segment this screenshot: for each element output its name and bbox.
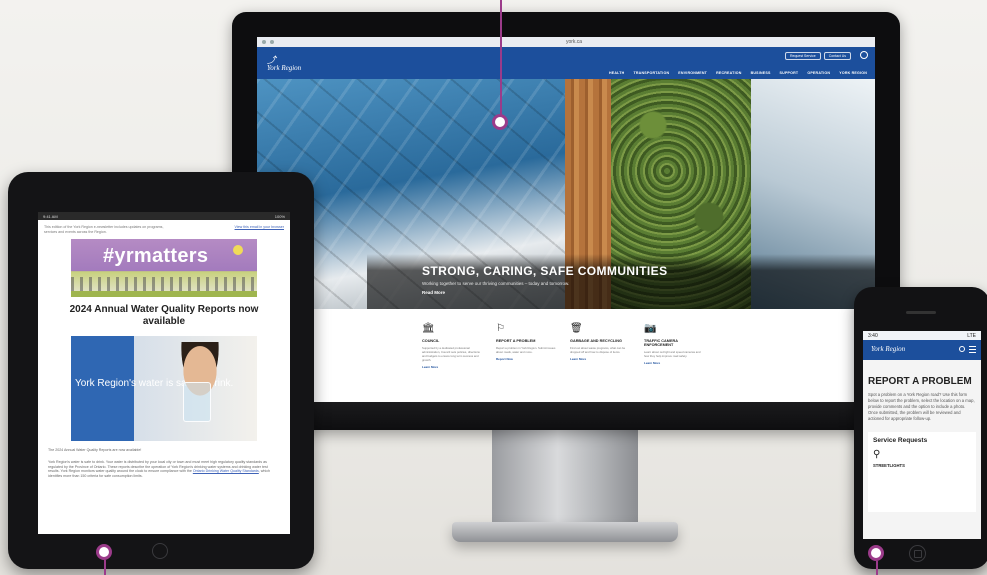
tablet-battery: 100%	[274, 213, 285, 219]
service-link[interactable]: Report Now	[496, 357, 558, 361]
service-title: GARBAGE AND RECYCLING	[570, 339, 622, 343]
service-title: COUNCIL	[422, 339, 440, 343]
callout-marker-tablet	[96, 544, 112, 560]
phone-header: York Region	[863, 340, 981, 360]
main-nav: HEALTH TRANSPORTATION ENVIRONMENT RECREA…	[609, 71, 867, 75]
site-header: ⤴ York Region Request Service Contact Us…	[257, 47, 875, 79]
hero-banner: STRONG, CARING, SAFE COMMUNITIES Working…	[257, 79, 875, 309]
service-link[interactable]: Learn More	[570, 357, 632, 361]
contact-us-button[interactable]: Contact Us	[823, 52, 851, 60]
callout-line-phone	[876, 561, 878, 575]
monitor-stand-neck	[492, 430, 638, 526]
search-icon[interactable]	[860, 51, 868, 59]
bin-icon: 🗑	[570, 323, 583, 334]
browser-back-icon[interactable]	[262, 40, 266, 44]
service-traffic-camera: 📷 TRAFFIC CAMERA ENFORCEMENT Learn about…	[644, 323, 706, 369]
service-text: Supported by a dedicated professional ad…	[422, 346, 480, 362]
desktop-monitor: york.ca ⤴ York Region Request Service Co…	[232, 12, 900, 430]
monitor-stand-foot	[452, 522, 678, 542]
logo-mark-icon: ⤴	[267, 55, 277, 65]
streetlights-label[interactable]: STREETLIGHTS	[873, 463, 971, 468]
phone-content: REPORT A PROBLEM Spot a problem on a Yor…	[863, 360, 981, 539]
hero-title: STRONG, CARING, SAFE COMMUNITIES	[422, 264, 668, 278]
nav-item-operation[interactable]: OPERATION	[807, 71, 830, 75]
nav-item-health[interactable]: HEALTH	[609, 71, 625, 75]
phone-status-bar: 3:40 LTE	[863, 331, 981, 340]
skyline-illustration	[71, 277, 257, 291]
browser-forward-icon[interactable]	[270, 40, 274, 44]
nav-item-business[interactable]: BUSINESS	[751, 71, 771, 75]
ground-strip	[71, 291, 257, 297]
monitor-chin	[232, 402, 900, 430]
tablet-device: 9:41 AM 100% This edition of the York Re…	[8, 172, 314, 569]
view-in-browser-link[interactable]: View this email in your browser	[235, 225, 284, 234]
service-council: 🏛 COUNCIL Supported by a dedicated profe…	[422, 323, 484, 369]
phone-signal: LTE	[967, 332, 976, 339]
newsletter-para-2: York Region's water is safe to drink. Yo…	[48, 460, 280, 479]
header-buttons: Request Service Contact Us	[785, 52, 851, 60]
nav-item-york-region[interactable]: YORK REGION	[839, 71, 867, 75]
yrmatters-banner: #yrmatters	[71, 239, 257, 297]
service-title: TRAFFIC CAMERA ENFORCEMENT	[644, 339, 678, 347]
service-text: Report a problem in York Region. Submit …	[496, 346, 556, 354]
building-icon: 🏛	[422, 323, 435, 334]
tablet-time: 9:41 AM	[43, 213, 58, 219]
streetlight-icon[interactable]: ⚲	[873, 449, 971, 460]
callout-marker-phone	[868, 545, 884, 561]
nav-item-support[interactable]: SUPPORT	[780, 71, 799, 75]
phone-home-button[interactable]	[909, 545, 926, 562]
search-icon[interactable]	[959, 346, 965, 352]
request-service-button[interactable]: Request Service	[785, 52, 821, 60]
phone-page-title: REPORT A PROBLEM	[868, 376, 972, 387]
camera-icon: 📷	[644, 323, 657, 334]
service-link[interactable]: Learn More	[644, 361, 706, 365]
newsletter-heading: 2024 Annual Water Quality Reports now av…	[69, 304, 259, 327]
tablet-status-bar: 9:41 AM 100%	[38, 212, 290, 220]
browser-bar: york.ca	[257, 37, 875, 47]
water-standards-link[interactable]: Ontario Drinking Water Quality Standards	[193, 469, 259, 473]
newsletter-intro: This edition of the York Region e-newsle…	[44, 225, 164, 234]
phone-screen: 3:40 LTE York Region REPORT A PROBLEM Sp…	[863, 331, 981, 539]
callout-marker-desktop	[492, 114, 508, 130]
service-link[interactable]: Learn More	[422, 365, 484, 369]
tablet-home-button[interactable]	[152, 543, 168, 559]
service-garbage: 🗑 GARBAGE AND RECYCLING Find out about w…	[570, 323, 632, 369]
nav-item-transportation[interactable]: TRANSPORTATION	[633, 71, 669, 75]
nav-item-environment[interactable]: ENVIRONMENT	[678, 71, 707, 75]
service-text: Learn about red light and speed cameras …	[644, 350, 701, 358]
hero-caption: STRONG, CARING, SAFE COMMUNITIES Working…	[367, 254, 875, 309]
newsletter-top: This edition of the York Region e-newsle…	[38, 220, 290, 234]
desktop-screen: york.ca ⤴ York Region Request Service Co…	[257, 37, 875, 402]
service-requests-title: Service Requests	[873, 437, 928, 444]
service-requests-card: Service Requests ⚲ STREETLIGHTS	[868, 432, 976, 512]
york-region-logo[interactable]: ⤴ York Region	[267, 55, 302, 73]
service-text: Find out about waste programs, what can …	[570, 346, 626, 354]
callout-line-tablet	[104, 560, 106, 575]
logo-text: York Region	[267, 64, 302, 72]
phone-logo[interactable]: York Region	[871, 345, 905, 353]
phone-page-text: Spot a problem on a York Region road? Us…	[868, 392, 975, 421]
browser-url[interactable]: york.ca	[278, 39, 870, 45]
water-quality-image[interactable]: York Region's water is safe to drink.	[71, 336, 257, 441]
banner-hashtag: #yrmatters	[103, 245, 209, 267]
phone-device: 3:40 LTE York Region REPORT A PROBLEM Sp…	[854, 287, 987, 569]
service-title: REPORT A PROBLEM	[496, 339, 536, 343]
water-glass-icon	[183, 382, 211, 422]
service-report-problem: ⚐ REPORT A PROBLEM Report a problem in Y…	[496, 323, 558, 369]
hamburger-menu-icon[interactable]	[969, 346, 976, 353]
callout-line-desktop	[500, 0, 502, 116]
tablet-screen: 9:41 AM 100% This edition of the York Re…	[38, 212, 290, 534]
phone-speaker	[906, 311, 936, 314]
nav-item-recreation[interactable]: RECREATION	[716, 71, 742, 75]
phone-time: 3:40	[868, 332, 878, 339]
hero-subtitle: Working together to serve our thriving c…	[422, 281, 570, 286]
flag-icon: ⚐	[496, 323, 505, 334]
hero-read-more-link[interactable]: Read More	[422, 290, 875, 295]
services-row: 🏛 COUNCIL Supported by a dedicated profe…	[257, 309, 875, 369]
newsletter-para-1: The 2024 Annual Water Quality Reports ar…	[48, 448, 142, 452]
sun-icon	[233, 245, 243, 255]
